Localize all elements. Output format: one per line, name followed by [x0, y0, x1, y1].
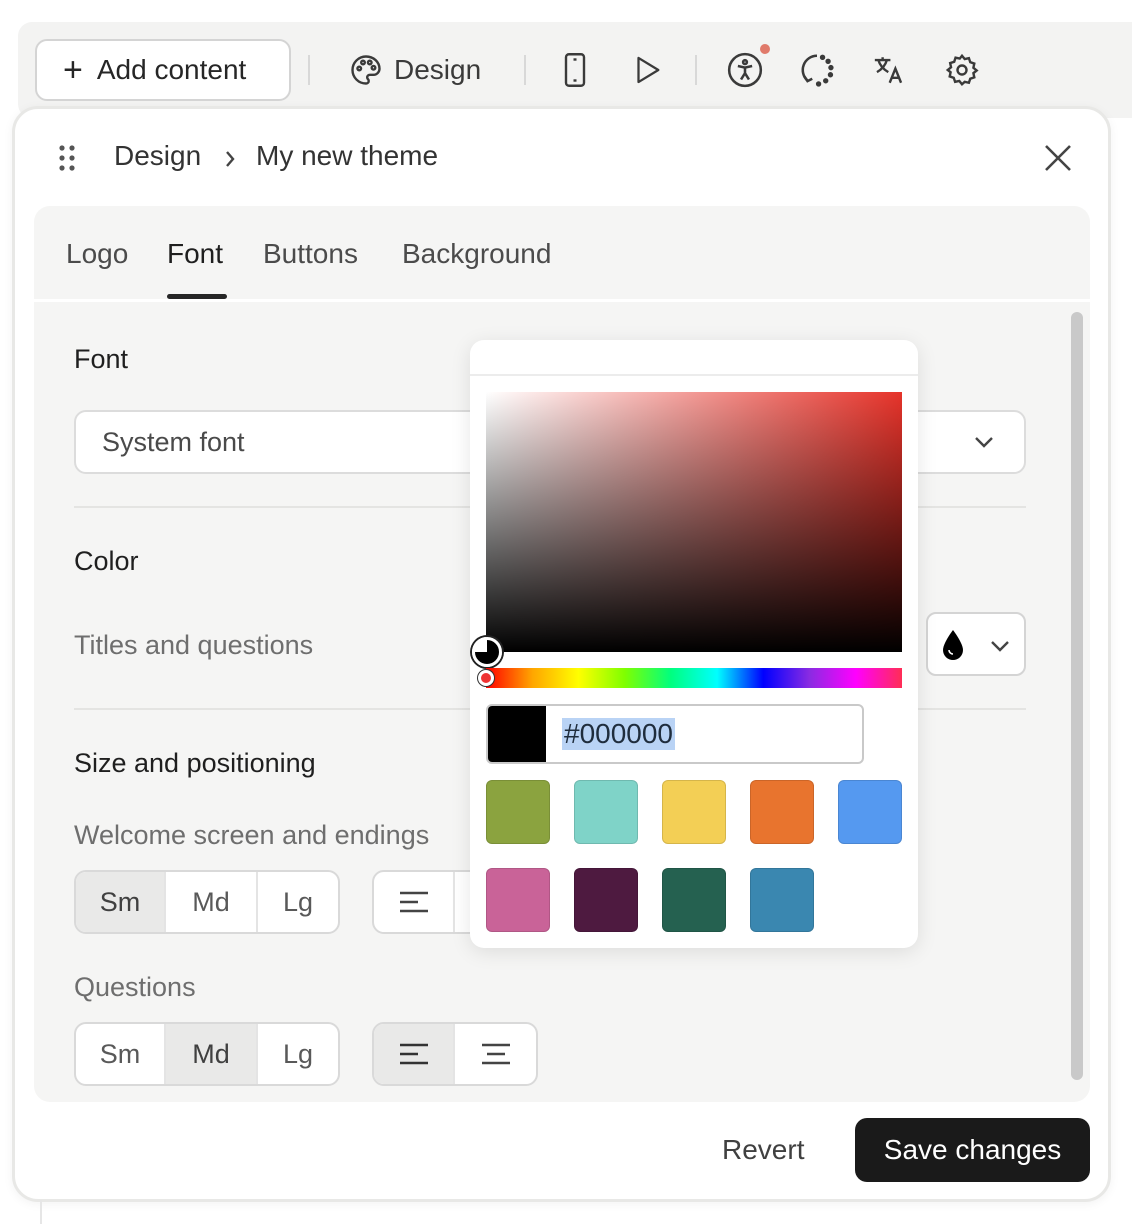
hex-input-value: #000000: [562, 718, 676, 750]
palette-icon: [351, 55, 381, 85]
save-changes-button[interactable]: Save changes: [855, 1118, 1090, 1182]
align-left-icon: [399, 891, 428, 913]
preset-swatch-pink[interactable]: [486, 868, 550, 932]
welcome-size-selector: Sm Md Lg: [74, 870, 340, 934]
preset-swatch-olive[interactable]: [486, 780, 550, 844]
active-tab-indicator: [167, 294, 227, 299]
preset-swatch-dark-green[interactable]: [662, 868, 726, 932]
welcome-size-md[interactable]: Md: [166, 872, 258, 932]
align-left-icon: [399, 1043, 428, 1065]
breadcrumb-current: My new theme: [256, 140, 439, 171]
question-size-md[interactable]: Md: [166, 1024, 258, 1084]
design-button[interactable]: Design: [348, 50, 481, 90]
mobile-preview-button[interactable]: [560, 50, 590, 90]
close-icon[interactable]: [1042, 142, 1074, 174]
color-field-label: Titles and questions: [74, 630, 314, 660]
preset-swatch-plum[interactable]: [574, 868, 638, 932]
preview-button[interactable]: [630, 50, 664, 90]
add-content-label: Add content: [96, 54, 247, 85]
droplet-icon: [943, 630, 963, 660]
question-alignment-selector: [372, 1022, 538, 1086]
tab-logo[interactable]: Logo: [66, 238, 128, 270]
size-section-title: Size and positioning: [74, 748, 316, 778]
settings-button[interactable]: [944, 50, 980, 90]
preset-swatch-steel-blue[interactable]: [750, 868, 814, 932]
hex-input[interactable]: #000000: [486, 704, 864, 764]
welcome-size-sm[interactable]: Sm: [76, 872, 166, 932]
tab-font[interactable]: Font: [167, 238, 223, 270]
preset-swatch-orange[interactable]: [750, 780, 814, 844]
preset-swatch-blue[interactable]: [838, 780, 902, 844]
chevron-right-icon: [226, 151, 235, 167]
question-align-left[interactable]: [374, 1024, 456, 1084]
chevron-down-icon: [975, 437, 993, 448]
design-label: Design: [394, 54, 482, 85]
toolbar-divider: [695, 55, 697, 85]
tab-background[interactable]: Background: [402, 238, 551, 270]
hue-slider[interactable]: [486, 668, 902, 688]
breadcrumb-root[interactable]: Design: [114, 140, 201, 172]
question-size-selector: Sm Md Lg: [74, 1022, 340, 1086]
mobile-icon: [564, 53, 586, 87]
color-section-title: Color: [74, 546, 139, 576]
font-section-title: Font: [74, 344, 129, 374]
loading-icon: [801, 54, 834, 87]
accessibility-icon: [727, 52, 763, 88]
add-content-button[interactable]: + Add content: [35, 39, 291, 101]
logic-button[interactable]: [798, 50, 836, 90]
welcome-align-left[interactable]: [374, 872, 456, 932]
play-icon: [637, 56, 660, 84]
gear-icon: [945, 53, 979, 86]
scrollbar[interactable]: [1071, 312, 1083, 1080]
popover-divider: [470, 374, 918, 376]
app-root: + Add content Design Design My new theme…: [0, 0, 1132, 1224]
color-picker-button[interactable]: [926, 612, 1026, 676]
color-picker-popover: #000000: [470, 340, 918, 948]
question-size-sm[interactable]: Sm: [76, 1024, 166, 1084]
welcome-size-lg[interactable]: Lg: [258, 872, 338, 932]
tab-bar: Logo Font Buttons Background: [34, 206, 1090, 302]
plus-icon: +: [63, 51, 83, 89]
font-select-value: System font: [102, 426, 245, 457]
translate-icon: [874, 57, 903, 84]
accessibility-button[interactable]: [726, 50, 764, 90]
notification-dot: [760, 44, 770, 54]
edge-line: [40, 1200, 42, 1224]
toolbar-divider: [308, 55, 310, 85]
translate-button[interactable]: [872, 50, 906, 90]
saturation-value-area[interactable]: [486, 392, 902, 652]
question-size-lg[interactable]: Lg: [258, 1024, 338, 1084]
tab-buttons[interactable]: Buttons: [263, 238, 358, 270]
questions-size-label: Questions: [74, 972, 196, 1002]
align-center-icon: [481, 1043, 510, 1065]
preset-swatch-yellow[interactable]: [662, 780, 726, 844]
question-align-center[interactable]: [455, 1024, 536, 1084]
preset-swatch-teal-light[interactable]: [574, 780, 638, 844]
revert-button[interactable]: Revert: [722, 1134, 804, 1166]
welcome-size-label: Welcome screen and endings: [74, 820, 430, 850]
current-color-swatch: [488, 706, 546, 762]
hue-slider-handle[interactable]: [478, 670, 494, 686]
saturation-handle[interactable]: [472, 637, 502, 667]
toolbar-divider: [524, 55, 526, 85]
drag-handle-icon[interactable]: [58, 144, 76, 172]
chevron-down-icon: [991, 641, 1009, 652]
